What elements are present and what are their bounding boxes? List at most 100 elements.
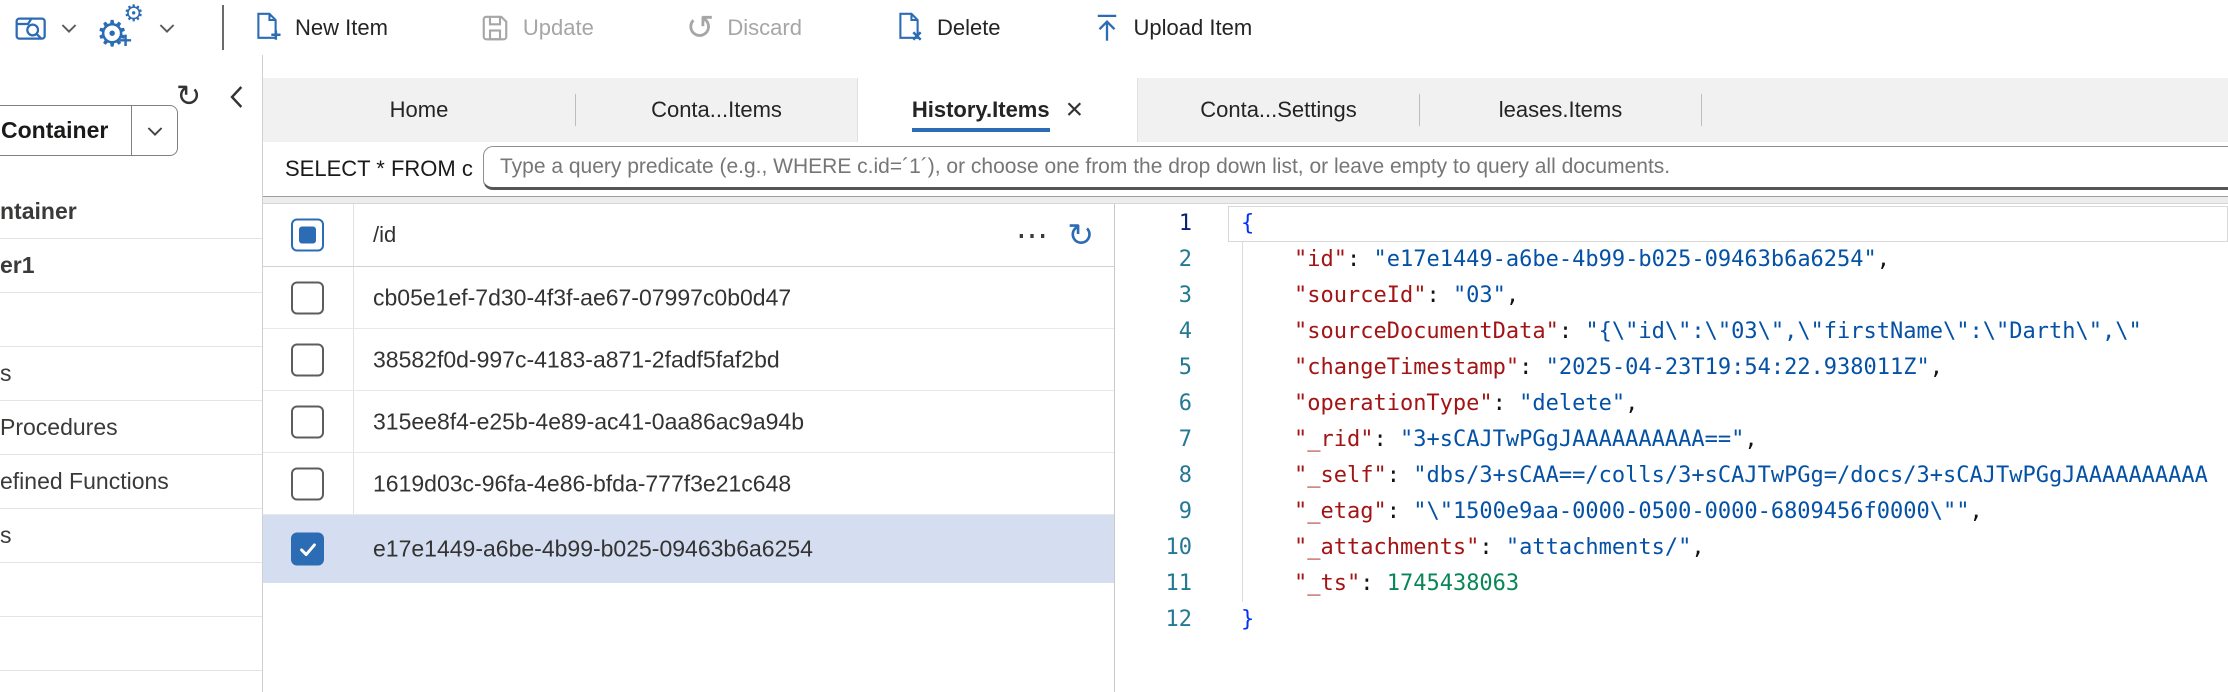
container-dropdown[interactable]: Container [0,105,178,156]
refresh-icon[interactable]: ↻ [176,79,201,114]
chevron-down-icon [158,22,176,34]
tree-item[interactable]: s [0,347,262,401]
tab-conta-settings[interactable]: Conta...Settings [1138,78,1419,142]
code-line: } [1228,602,2228,638]
collapse-sidebar-icon[interactable] [228,85,244,109]
document-id: cb05e1ef-7d30-4f3f-ae67-07997c0b0d47 [373,284,791,311]
horizontal-splitter[interactable] [263,196,2228,204]
query-predicate-input[interactable] [483,146,2228,190]
command-bar-left-group: ⚙ ⚙ + [14,0,176,55]
upload-item-label: Upload Item [1134,15,1253,41]
tab-conta-items[interactable]: Conta...Items [576,78,857,142]
discard-label: Discard [727,15,802,41]
document-row[interactable]: cb05e1ef-7d30-4f3f-ae67-07997c0b0d47 [263,267,1114,329]
documents-pane: /id ⋯ ↻ cb05e1ef-7d30-4f3f-ae67-07997c0b… [263,204,1115,692]
code-line: "_ts": 1745438063 [1228,566,2228,602]
upload-icon [1093,13,1121,43]
update-button[interactable]: Update [480,13,594,43]
row-checkbox[interactable] [291,343,324,376]
editor-code-area[interactable]: { "id": "e17e1449-a6be-4b99-b025-09463b6… [1228,204,2228,692]
tree-item[interactable]: Procedures [0,401,262,455]
query-bar: SELECT * FROM c [263,142,2228,196]
query-prefix-label: SELECT * FROM c [285,156,473,182]
code-line: "changeTimestamp": "2025-04-23T19:54:22.… [1228,350,2228,386]
container-dropdown-value: Container [0,106,131,155]
resource-sidebar: ↻ Container ntainer er1 s Procedures efined … [0,55,263,692]
document-id: 38582f0d-997c-4183-a871-2fadf5faf2bd [373,346,780,373]
code-line: "_rid": "3+sCAJTwPGgJAAAAAAAAAA==", [1228,422,2228,458]
line-number: 9 [1115,494,1228,530]
update-icon [480,13,510,43]
tab-leases-items[interactable]: leases.Items [1420,78,1701,142]
tab-divider [1701,94,1702,126]
delete-icon [894,12,924,44]
row-checkbox[interactable] [291,405,324,438]
row-checkbox[interactable] [291,467,324,500]
discard-undo-icon: ↺ [686,11,715,45]
discard-button[interactable]: ↺ Discard [686,11,802,45]
resource-tree: ntainer er1 s Procedures efined Functions s [0,185,262,671]
new-item-icon [252,12,282,44]
line-number: 5 [1115,350,1228,386]
indent-guide [1242,242,1243,602]
line-number: 12 [1115,602,1228,638]
tab-label: Conta...Settings [1200,97,1357,123]
tree-item[interactable]: efined Functions [0,455,262,509]
folder-search-icon [14,12,50,44]
delete-button[interactable]: Delete [894,12,1001,44]
new-item-button[interactable]: New Item [252,12,388,44]
tree-item [0,563,262,617]
tree-item [0,293,262,347]
line-number: 7 [1115,422,1228,458]
document-row[interactable]: e17e1449-a6be-4b99-b025-09463b6a6254 [263,515,1114,583]
line-number: 8 [1115,458,1228,494]
close-icon[interactable]: × [1066,95,1084,125]
document-row[interactable]: 315ee8f4-e25b-4e89-ac41-0aa86ac9a94b [263,391,1114,453]
tree-item[interactable]: er1 [0,239,262,293]
code-line: "sourceId": "03", [1228,278,2228,314]
tree-item-label: s [0,360,12,387]
code-line: "_etag": "\"1500e9aa-0000-0500-0000-6809… [1228,494,2228,530]
line-number: 3 [1115,278,1228,314]
refresh-icon[interactable]: ↻ [1067,216,1094,254]
tab-history-items[interactable]: History.Items× [857,78,1138,142]
chevron-down-icon [60,22,78,34]
row-checkbox[interactable] [291,281,324,314]
tree-item-label: er1 [0,252,35,279]
code-line: { [1228,206,2228,242]
tree-item [0,617,262,671]
json-editor[interactable]: 123456789101112 { "id": "e17e1449-a6be-4… [1115,204,2228,692]
code-line: "sourceDocumentData": "{\"id\":\"03\",\"… [1228,314,2228,350]
tab-strip: Home Conta...Items History.Items× Conta...S… [263,78,2228,142]
settings-menu-button[interactable]: ⚙ ⚙ + [96,4,176,52]
line-number: 11 [1115,566,1228,602]
tab-label: Conta...Items [651,97,782,123]
line-number: 1 [1115,206,1228,242]
code-line: "_self": "dbs/3+sCAA==/colls/3+sCAJTwPGg… [1228,458,2228,494]
more-options-icon[interactable]: ⋯ [1016,216,1048,254]
new-item-label: New Item [295,15,388,41]
line-number: 10 [1115,530,1228,566]
row-checkbox[interactable] [291,533,324,566]
tab-home[interactable]: Home [263,78,575,142]
document-id: 1619d03c-96fa-4e86-bfda-777f3e21c648 [373,470,791,497]
document-row[interactable]: 1619d03c-96fa-4e86-bfda-777f3e21c648 [263,453,1114,515]
tree-item-label: ntainer [0,198,77,225]
tree-item[interactable]: s [0,509,262,563]
select-all-checkbox[interactable] [291,219,324,252]
line-number: 6 [1115,386,1228,422]
tree-item-label: efined Functions [0,468,169,495]
upload-item-button[interactable]: Upload Item [1093,13,1253,43]
toolbar-divider [222,5,224,50]
id-column-header[interactable]: /id [373,222,396,248]
command-bar: ⚙ ⚙ + New Item [0,0,2228,55]
editor-gutter: 123456789101112 [1115,204,1228,692]
tree-item[interactable]: ntainer [0,185,262,239]
code-line: "_attachments": "attachments/", [1228,530,2228,566]
resource-tree-menu-button[interactable] [14,12,78,44]
chevron-down-icon[interactable] [131,106,177,155]
document-row[interactable]: 38582f0d-997c-4183-a871-2fadf5faf2bd [263,329,1114,391]
code-line: "id": "e17e1449-a6be-4b99-b025-09463b6a6… [1228,242,2228,278]
document-id: 315ee8f4-e25b-4e89-ac41-0aa86ac9a94b [373,408,804,435]
checkbox-indeterminate-mark [299,227,316,244]
